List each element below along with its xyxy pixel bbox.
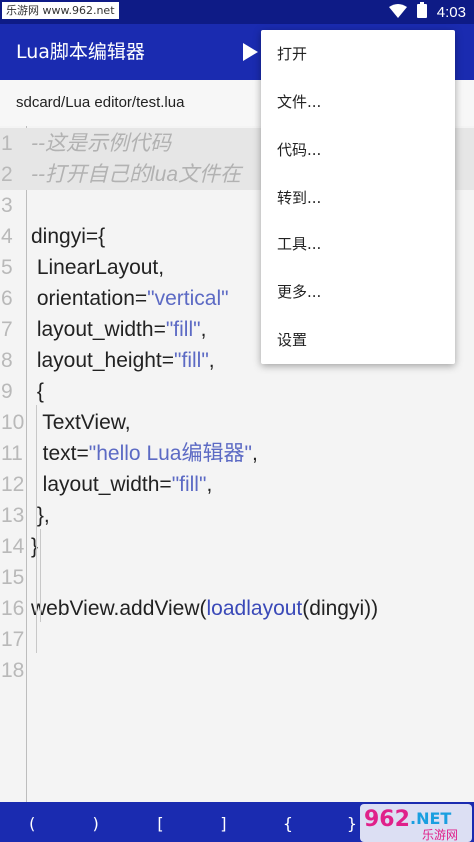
menu-item-code[interactable]: 代码...: [261, 126, 455, 174]
menu-item-more[interactable]: 更多...: [261, 268, 455, 316]
code-token: layout_width=: [31, 473, 172, 496]
line-number: 3: [1, 194, 13, 217]
menu-item-open[interactable]: 打开: [261, 30, 455, 78]
logo-962-text: 962: [364, 807, 410, 832]
line-number: 12: [1, 473, 25, 496]
code-line[interactable]: 18: [0, 655, 474, 686]
code-token: dingyi={: [31, 225, 106, 248]
code-text: TextView,: [31, 407, 131, 438]
screen: 乐游网 www.962.net 4:03 Lua脚本编辑器 sdcard/Lua…: [0, 0, 474, 842]
indent-guide: [40, 529, 41, 622]
code-line[interactable]: 9 {: [0, 376, 474, 407]
menu-item-tools[interactable]: 工具...: [261, 220, 455, 268]
string-token: "fill": [171, 473, 207, 496]
string-token: "vertical": [147, 287, 229, 310]
menu-item-settings[interactable]: 设置: [261, 316, 455, 364]
code-text: layout_height="fill",: [31, 345, 215, 376]
code-line[interactable]: 12 layout_width="fill",: [0, 469, 474, 500]
code-text: text="hello Lua编辑器",: [31, 438, 258, 469]
string-token: "fill": [165, 318, 201, 341]
code-token: webView.addView(: [31, 597, 207, 620]
code-token: TextView,: [31, 411, 131, 434]
code-line[interactable]: 10 TextView,: [0, 407, 474, 438]
code-text: dingyi={: [31, 221, 105, 252]
code-text: layout_width="fill",: [31, 469, 213, 500]
app-title: Lua脚本编辑器: [16, 41, 145, 63]
line-number: 7: [1, 318, 13, 341]
line-number: 11: [1, 442, 23, 465]
code-token: ,: [208, 349, 215, 372]
line-number: 2: [1, 163, 13, 186]
line-number: 10: [1, 411, 25, 434]
code-text: {: [31, 376, 44, 407]
code-token: layout_height=: [31, 349, 175, 372]
wifi-icon: [388, 3, 407, 22]
line-number: 5: [1, 256, 13, 279]
line-number: 16: [1, 597, 25, 620]
line-number: 13: [1, 504, 25, 527]
function-token: loadlayout: [206, 597, 303, 620]
menu-item-file[interactable]: 文件...: [261, 78, 455, 126]
symbol-key-close-paren[interactable]: ): [64, 802, 128, 842]
bottom-logo-watermark: 962 .NET 乐游网: [360, 802, 472, 842]
play-icon[interactable]: [236, 38, 264, 66]
code-line[interactable]: 15: [0, 562, 474, 593]
line-number: 4: [1, 225, 13, 248]
line-number: 8: [1, 349, 13, 372]
symbol-key-open-paren[interactable]: (: [0, 802, 64, 842]
code-line[interactable]: 14}: [0, 531, 474, 562]
code-text: orientation="vertical": [31, 283, 229, 314]
top-watermark: 乐游网 www.962.net: [2, 2, 119, 19]
code-text: LinearLayout,: [31, 252, 164, 283]
line-number: 17: [1, 628, 25, 651]
code-token: ,: [251, 442, 258, 465]
logo-sub-text: 乐游网: [422, 828, 458, 842]
line-number: 9: [1, 380, 13, 403]
indent-guide: [36, 405, 37, 653]
code-token: },: [31, 504, 50, 527]
code-line[interactable]: 16 webView.addView(loadlayout(dingyi)): [0, 593, 474, 624]
symbol-key-open-bracket[interactable]: [: [128, 802, 192, 842]
code-line[interactable]: 17: [0, 624, 474, 655]
code-text: --这是示例代码: [31, 128, 171, 159]
code-text: },: [31, 500, 50, 531]
file-path[interactable]: sdcard/Lua editor/test.lua: [16, 80, 184, 126]
symbol-key-close-bracket[interactable]: ]: [192, 802, 256, 842]
code-token: ,: [206, 473, 213, 496]
code-line[interactable]: 11 text="hello Lua编辑器",: [0, 438, 474, 469]
overflow-menu: 打开 文件... 代码... 转到... 工具... 更多... 设置: [261, 30, 455, 364]
comment-token: --这是示例代码: [31, 132, 171, 155]
status-time: 4:03: [436, 3, 466, 21]
line-number: 1: [1, 132, 13, 155]
status-icons: 4:03: [388, 0, 466, 24]
battery-icon: [416, 2, 427, 22]
menu-item-goto[interactable]: 转到...: [261, 174, 455, 222]
code-token: {: [31, 380, 44, 403]
string-token: "fill": [174, 349, 209, 372]
code-token: layout_width=: [31, 318, 166, 341]
line-number: 14: [1, 535, 25, 558]
code-token: orientation=: [31, 287, 148, 310]
line-number: 18: [1, 659, 25, 682]
code-text: layout_width="fill",: [31, 314, 207, 345]
code-line[interactable]: 13 },: [0, 500, 474, 531]
symbol-key-open-brace[interactable]: {: [256, 802, 320, 842]
code-token: (dingyi)): [302, 597, 379, 620]
line-number: 6: [1, 287, 13, 310]
code-token: ,: [200, 318, 207, 341]
code-token: text=: [31, 442, 89, 465]
comment-token: --打开自己的lua文件在: [31, 163, 242, 186]
logo-net-text: .NET: [410, 809, 451, 828]
string-token: "hello Lua编辑器": [88, 442, 252, 465]
code-text: webView.addView(loadlayout(dingyi)): [31, 593, 378, 624]
line-number: 15: [1, 566, 25, 589]
status-bar: 乐游网 www.962.net 4:03: [0, 0, 474, 24]
code-token: LinearLayout,: [31, 256, 165, 279]
